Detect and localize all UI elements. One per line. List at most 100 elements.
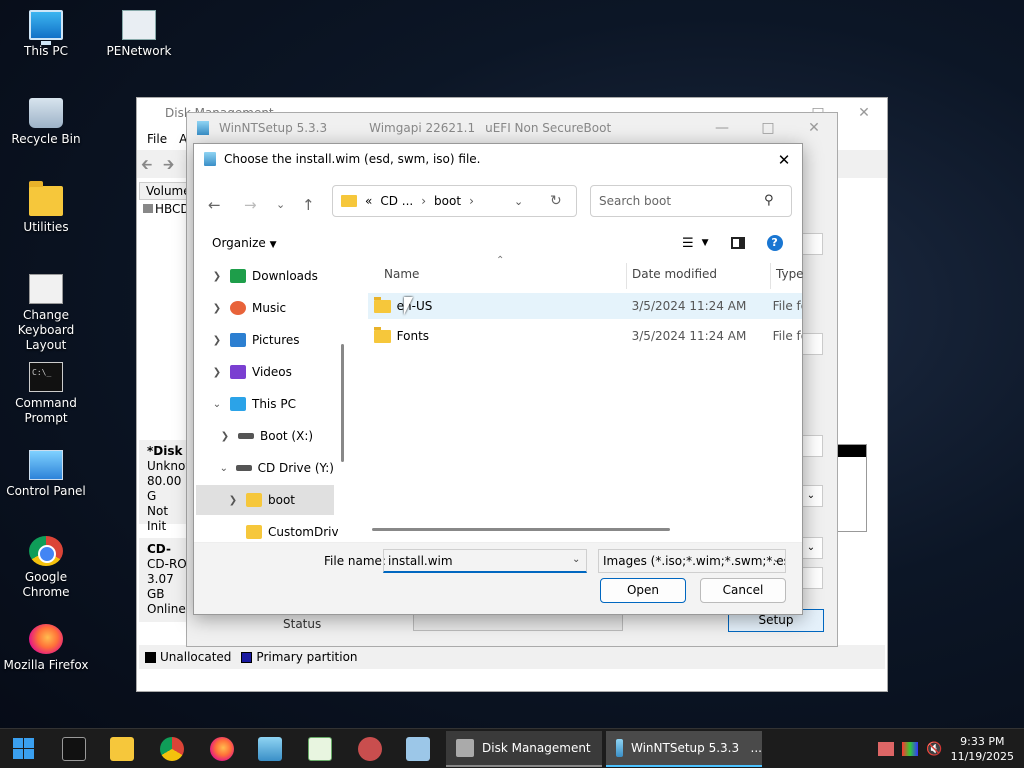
organize-menu[interactable]: Organize ▼ (212, 236, 277, 250)
expand-chevron-icon[interactable]: ❯ (210, 335, 224, 346)
column-header-date[interactable]: Date modified (632, 267, 717, 293)
column-divider[interactable] (626, 263, 627, 289)
address-history-chevron-icon[interactable]: ⌄ (514, 195, 523, 208)
nav-item-music[interactable]: ❯ Music (196, 293, 334, 323)
preview-pane-icon[interactable] (730, 237, 745, 249)
back-arrow-icon[interactable]: 🡰 (141, 154, 152, 178)
nav-item-boot-drive[interactable]: ❯ Boot (X:) (196, 421, 334, 451)
file-name-input[interactable]: install.wim (383, 549, 587, 573)
breadcrumb-overflow[interactable]: « (365, 194, 372, 208)
forward-arrow-icon[interactable]: 🡲 (163, 154, 174, 178)
notepad-icon[interactable] (308, 737, 332, 761)
file-row[interactable]: en-US 3/5/2024 11:24 AM File fo (368, 293, 802, 319)
nav-pane-scrollbar[interactable] (341, 344, 344, 462)
disk-size: 3.07 GB (147, 572, 174, 601)
nav-item-label: Downloads (252, 269, 318, 283)
search-icon[interactable]: ⚲ (764, 193, 774, 208)
address-bar[interactable]: « CD ... › boot › (332, 185, 577, 217)
recent-locations-chevron-icon[interactable]: ⌄ (276, 198, 285, 211)
nav-item-boot-folder[interactable]: ❯ boot (196, 485, 334, 515)
breadcrumb-item[interactable]: boot (434, 194, 461, 208)
expand-chevron-icon[interactable]: ❯ (210, 271, 224, 282)
column-header-type[interactable]: Type (776, 267, 804, 293)
forward-button[interactable]: → (244, 196, 257, 214)
desktop-icon-change-keyboard[interactable]: Change Keyboard Layout (0, 274, 92, 353)
nav-item-this-pc[interactable]: ⌄ This PC (196, 389, 334, 419)
desktop-icon-firefox[interactable]: Mozilla Firefox (0, 624, 92, 673)
cancel-button[interactable]: Cancel (700, 578, 786, 603)
desktop-icon-recycle-bin[interactable]: Recycle Bin (0, 98, 92, 147)
desktop-icon-chrome[interactable]: Google Chrome (0, 536, 92, 600)
nav-item-cd-drive[interactable]: ⌄ CD Drive (Y:) (196, 453, 334, 483)
clock[interactable]: 9:33 PM 11/19/2025 (951, 734, 1014, 764)
view-list-icon[interactable]: ☰ (682, 236, 694, 251)
close-button[interactable]: ✕ (841, 98, 887, 128)
maximize-button[interactable]: □ (745, 113, 791, 143)
winntsetup-app-icon[interactable] (258, 737, 282, 761)
open-button[interactable]: Open (600, 578, 686, 603)
nav-item-videos[interactable]: ❯ Videos (196, 357, 334, 387)
folder-icon (374, 296, 391, 313)
nav-item-customdriv-folder[interactable]: CustomDriv (196, 517, 338, 541)
desktop-icon-control-panel[interactable]: Control Panel (0, 450, 92, 499)
desktop-icon-this-pc[interactable]: This PC (0, 10, 92, 59)
network-tray-icon[interactable] (878, 742, 895, 756)
minimize-button[interactable]: — (699, 113, 745, 143)
chevron-down-icon[interactable]: ⌄ (572, 554, 580, 565)
file-type-select[interactable]: Images (*.iso;*.wim;*.swm;*.esd) (598, 549, 786, 573)
horizontal-scrollbar[interactable] (372, 528, 670, 531)
file-row[interactable]: Fonts 3/5/2024 11:24 AM File fo (368, 323, 802, 349)
disk-tool-icon[interactable] (358, 737, 382, 761)
system-tray: 🔇 9:33 PM 11/19/2025 (878, 731, 1014, 767)
refresh-icon[interactable]: ↻ (550, 193, 562, 209)
breadcrumb-separator-icon: › (469, 194, 474, 208)
taskbar-task-disk-management[interactable]: Disk Management (446, 731, 602, 767)
nav-item-pictures[interactable]: ❯ Pictures (196, 325, 334, 355)
start-button[interactable] (12, 737, 36, 761)
menu-file[interactable]: File (147, 128, 167, 150)
expand-chevron-icon[interactable]: ❯ (210, 367, 224, 378)
file-open-dialog[interactable]: Choose the install.wim (esd, swm, iso) f… (193, 143, 804, 615)
menu-bar: File A (137, 128, 187, 150)
calculator-icon[interactable] (406, 737, 430, 761)
expand-chevron-icon[interactable]: ❯ (226, 495, 240, 506)
nav-item-label: Videos (252, 365, 292, 379)
terminal-icon[interactable] (62, 737, 86, 761)
up-button[interactable]: ↑ (302, 196, 315, 214)
desktop-icon-utilities[interactable]: Utilities (0, 181, 92, 235)
column-header-name[interactable]: Name (384, 267, 419, 293)
firefox-icon[interactable] (210, 737, 234, 761)
collapse-chevron-icon[interactable]: ⌄ (218, 463, 230, 474)
expand-chevron-icon[interactable]: ❯ (218, 431, 232, 442)
taskbar-task-winntsetup[interactable]: WinNTSetup 5.3.3 ... (606, 731, 762, 767)
unallocated-partition-block[interactable] (837, 444, 867, 532)
desktop-icon-command-prompt[interactable]: C:\_ Command Prompt (0, 362, 92, 426)
wimgapi-version: Wimgapi 22621.1 (369, 121, 476, 135)
close-button[interactable]: ✕ (770, 146, 798, 174)
sound-muted-icon[interactable]: 🔇 (926, 742, 942, 757)
folder-icon (246, 493, 262, 507)
volume-row[interactable]: HBCD (143, 202, 190, 216)
file-explorer-icon[interactable] (110, 737, 134, 761)
color-tray-icon[interactable] (902, 742, 919, 756)
back-button[interactable]: ← (208, 196, 221, 214)
winntsetup-app-icon (616, 739, 623, 757)
column-divider[interactable] (770, 263, 771, 289)
expand-chevron-icon[interactable]: ❯ (210, 303, 224, 314)
nav-item-downloads[interactable]: ❯ Downloads (196, 261, 334, 291)
chrome-icon[interactable] (160, 737, 184, 761)
desktop-icon-label: PENetwork (106, 44, 172, 58)
search-input[interactable]: Search boot (590, 185, 792, 217)
chevron-down-icon[interactable]: ⌄ (772, 554, 780, 565)
chevron-down-icon[interactable]: ▼ (702, 238, 709, 248)
help-icon[interactable]: ? (766, 235, 783, 251)
dialog-titlebar[interactable]: Choose the install.wim (esd, swm, iso) f… (194, 144, 802, 174)
disk-management-icon (456, 739, 474, 757)
desktop-icon-penetwork[interactable]: PENetwork (93, 10, 185, 59)
close-button[interactable]: ✕ (791, 113, 837, 143)
disk-name: *Disk (147, 444, 183, 458)
collapse-chevron-icon[interactable]: ⌄ (210, 399, 224, 410)
task-label: WinNTSetup 5.3.3 ... (630, 741, 762, 755)
breadcrumb-item[interactable]: CD ... (380, 194, 413, 208)
app-icon (204, 152, 216, 166)
